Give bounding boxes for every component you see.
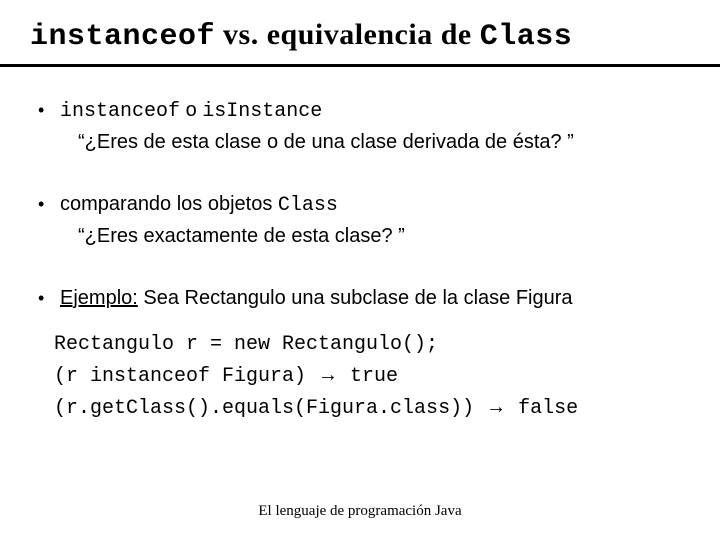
content-area: • instanceof o isInstance “¿Eres de esta…	[30, 67, 690, 424]
bullet-2: • comparando los objetos Class “¿Eres ex…	[38, 189, 682, 251]
b1-code1: instanceof	[60, 100, 180, 123]
title-code-2: Class	[480, 20, 573, 54]
code-example: Rectangulo r = new Rectangulo(); (r inst…	[38, 329, 682, 424]
slide-footer: El lenguaje de programación Java	[0, 503, 720, 520]
bullet-dot: •	[38, 191, 60, 218]
code-line-1: Rectangulo r = new Rectangulo();	[54, 329, 682, 360]
bullet-1: • instanceof o isInstance “¿Eres de esta…	[38, 95, 682, 157]
code-line-2: (r instanceof Figura) → true	[54, 360, 682, 392]
b1-sub: “¿Eres de esta clase o de una clase deri…	[38, 127, 682, 157]
b2-sub: “¿Eres exactamente de esta clase? ”	[38, 221, 682, 251]
code-line-3: (r.getClass().equals(Figura.class)) → fa…	[54, 392, 682, 424]
title-code-1: instanceof	[30, 20, 215, 54]
slide-title: instanceof vs. equivalencia de Class	[30, 18, 690, 54]
arrow-icon: →	[318, 364, 338, 386]
bullet-3: • Ejemplo: Sea Rectangulo una subclase d…	[38, 283, 682, 313]
title-mid: vs. equivalencia de	[215, 18, 480, 51]
b1-code2: isInstance	[202, 100, 322, 123]
bullet-dot: •	[38, 285, 60, 312]
b2-code: Class	[278, 194, 338, 217]
b3-label: Ejemplo:	[60, 287, 138, 309]
b3-rest: Sea Rectangulo una subclase de la clase …	[138, 287, 573, 309]
arrow-icon: →	[486, 396, 506, 418]
b1-mid: o	[180, 99, 202, 121]
b2-pre: comparando los objetos	[60, 193, 278, 215]
bullet-dot: •	[38, 97, 60, 124]
